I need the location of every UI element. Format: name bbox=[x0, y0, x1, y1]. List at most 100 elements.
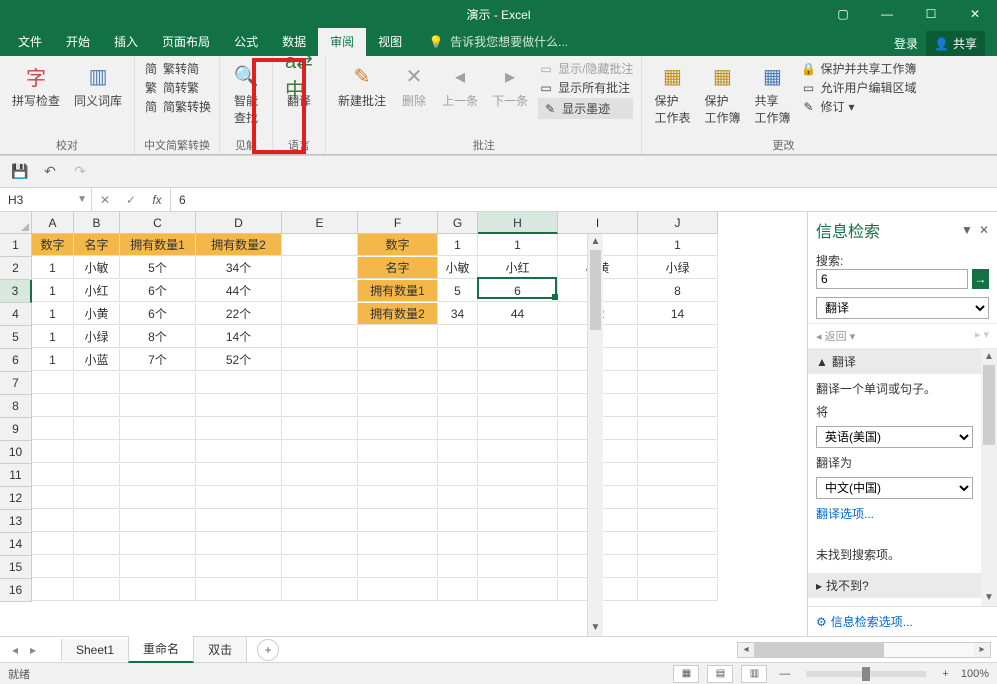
cell-C10[interactable] bbox=[120, 441, 196, 463]
cell-B6[interactable]: 小蓝 bbox=[74, 349, 120, 371]
cell-H12[interactable] bbox=[478, 487, 558, 509]
name-box-dropdown-icon[interactable]: ▼ bbox=[77, 194, 87, 205]
view-pagebreak-button[interactable]: ▥ bbox=[741, 665, 767, 683]
cell-C15[interactable] bbox=[120, 556, 196, 578]
cell-J12[interactable] bbox=[638, 487, 718, 509]
cell-F1[interactable]: 数字 bbox=[358, 234, 438, 256]
cell-B16[interactable] bbox=[74, 579, 120, 601]
cell-F3[interactable]: 拥有数量1 bbox=[358, 280, 438, 302]
cell-C3[interactable]: 6个 bbox=[120, 280, 196, 302]
cell-D8[interactable] bbox=[196, 395, 282, 417]
row-header-2[interactable]: 2 bbox=[0, 257, 32, 280]
cell-E14[interactable] bbox=[282, 533, 358, 555]
spell-check-button[interactable]: 字 拼写检查 bbox=[8, 60, 64, 111]
cell-A13[interactable] bbox=[32, 510, 74, 532]
cell-H1[interactable]: 1 bbox=[478, 234, 558, 256]
from-lang-select[interactable]: 英语(美国) bbox=[816, 426, 973, 448]
zoom-in-button[interactable]: + bbox=[938, 668, 952, 680]
cell-H6[interactable] bbox=[478, 349, 558, 371]
cell-C2[interactable]: 5个 bbox=[120, 257, 196, 279]
cell-C9[interactable] bbox=[120, 418, 196, 440]
cell-A11[interactable] bbox=[32, 464, 74, 486]
search-input[interactable] bbox=[816, 269, 968, 289]
cell-E10[interactable] bbox=[282, 441, 358, 463]
cell-J15[interactable] bbox=[638, 556, 718, 578]
cell-A1[interactable]: 数字 bbox=[32, 234, 74, 256]
cell-G13[interactable] bbox=[438, 510, 478, 532]
cell-J2[interactable]: 小绿 bbox=[638, 257, 718, 279]
tab-insert[interactable]: 插入 bbox=[102, 27, 150, 56]
row-header-12[interactable]: 12 bbox=[0, 487, 32, 510]
row-header-9[interactable]: 9 bbox=[0, 418, 32, 441]
thesaurus-button[interactable]: ▥ 同义词库 bbox=[70, 60, 126, 111]
cell-E8[interactable] bbox=[282, 395, 358, 417]
row-header-3[interactable]: 3 bbox=[0, 280, 32, 303]
cell-H4[interactable]: 44 bbox=[478, 303, 558, 325]
cell-H8[interactable] bbox=[478, 395, 558, 417]
cell-H9[interactable] bbox=[478, 418, 558, 440]
cell-F15[interactable] bbox=[358, 556, 438, 578]
cell-J11[interactable] bbox=[638, 464, 718, 486]
zoom-level[interactable]: 100% bbox=[961, 668, 989, 680]
tab-pagelayout[interactable]: 页面布局 bbox=[150, 27, 222, 56]
cell-A14[interactable] bbox=[32, 533, 74, 555]
share-button[interactable]: 👤 共享 bbox=[926, 31, 985, 56]
cell-H5[interactable] bbox=[478, 326, 558, 348]
pane-menu-button[interactable]: ▼ bbox=[961, 223, 973, 237]
zoom-slider[interactable] bbox=[806, 671, 926, 677]
hscroll-right[interactable]: ▸ bbox=[974, 644, 990, 655]
cell-G14[interactable] bbox=[438, 533, 478, 555]
save-button[interactable]: 💾 bbox=[12, 164, 28, 180]
cell-C16[interactable] bbox=[120, 579, 196, 601]
cell-B15[interactable] bbox=[74, 556, 120, 578]
cell-D7[interactable] bbox=[196, 372, 282, 394]
delete-comment-button[interactable]: ✕ 删除 bbox=[396, 60, 432, 111]
row-header-11[interactable]: 11 bbox=[0, 464, 32, 487]
cell-H16[interactable] bbox=[478, 579, 558, 601]
cell-A12[interactable] bbox=[32, 487, 74, 509]
vertical-scrollbar[interactable]: ▲ ▼ bbox=[587, 234, 603, 636]
cell-G3[interactable]: 5 bbox=[438, 280, 478, 302]
view-normal-button[interactable]: ▦ bbox=[673, 665, 699, 683]
cell-A7[interactable] bbox=[32, 372, 74, 394]
tab-nav-prev[interactable]: ◂ bbox=[6, 643, 24, 657]
cell-F12[interactable] bbox=[358, 487, 438, 509]
cell-D15[interactable] bbox=[196, 556, 282, 578]
allow-edit-button[interactable]: ▭允许用户编辑区域 bbox=[800, 79, 916, 96]
cell-B3[interactable]: 小红 bbox=[74, 280, 120, 302]
cell-D4[interactable]: 22个 bbox=[196, 303, 282, 325]
cell-D16[interactable] bbox=[196, 579, 282, 601]
cell-C5[interactable]: 8个 bbox=[120, 326, 196, 348]
tab-formulas[interactable]: 公式 bbox=[222, 27, 270, 56]
cell-F13[interactable] bbox=[358, 510, 438, 532]
cell-H14[interactable] bbox=[478, 533, 558, 555]
cell-G11[interactable] bbox=[438, 464, 478, 486]
cell-C1[interactable]: 拥有数量1 bbox=[120, 234, 196, 256]
cell-A4[interactable]: 1 bbox=[32, 303, 74, 325]
row-header-4[interactable]: 4 bbox=[0, 303, 32, 326]
cell-D5[interactable]: 14个 bbox=[196, 326, 282, 348]
cell-H13[interactable] bbox=[478, 510, 558, 532]
cell-C8[interactable] bbox=[120, 395, 196, 417]
tab-home[interactable]: 开始 bbox=[54, 27, 102, 56]
cell-G8[interactable] bbox=[438, 395, 478, 417]
cell-F7[interactable] bbox=[358, 372, 438, 394]
cell-D2[interactable]: 34个 bbox=[196, 257, 282, 279]
translate-button[interactable]: a⇄中 翻译 bbox=[281, 60, 317, 111]
cell-J16[interactable] bbox=[638, 579, 718, 601]
cell-C6[interactable]: 7个 bbox=[120, 349, 196, 371]
cell-D3[interactable]: 44个 bbox=[196, 280, 282, 302]
cell-B7[interactable] bbox=[74, 372, 120, 394]
cell-A8[interactable] bbox=[32, 395, 74, 417]
cell-J7[interactable] bbox=[638, 372, 718, 394]
row-header-14[interactable]: 14 bbox=[0, 533, 32, 556]
cell-E2[interactable] bbox=[282, 257, 358, 279]
spreadsheet-grid[interactable]: ABCDEFGHIJ1数字名字拥有数量1拥有数量2数字111121小敏5个34个… bbox=[0, 212, 807, 602]
cell-J5[interactable] bbox=[638, 326, 718, 348]
hscroll-left[interactable]: ◂ bbox=[738, 644, 754, 655]
cell-C4[interactable]: 6个 bbox=[120, 303, 196, 325]
cell-J10[interactable] bbox=[638, 441, 718, 463]
back-button[interactable]: ◂ 返回 ▾ bbox=[816, 328, 855, 344]
cell-B13[interactable] bbox=[74, 510, 120, 532]
row-header-5[interactable]: 5 bbox=[0, 326, 32, 349]
